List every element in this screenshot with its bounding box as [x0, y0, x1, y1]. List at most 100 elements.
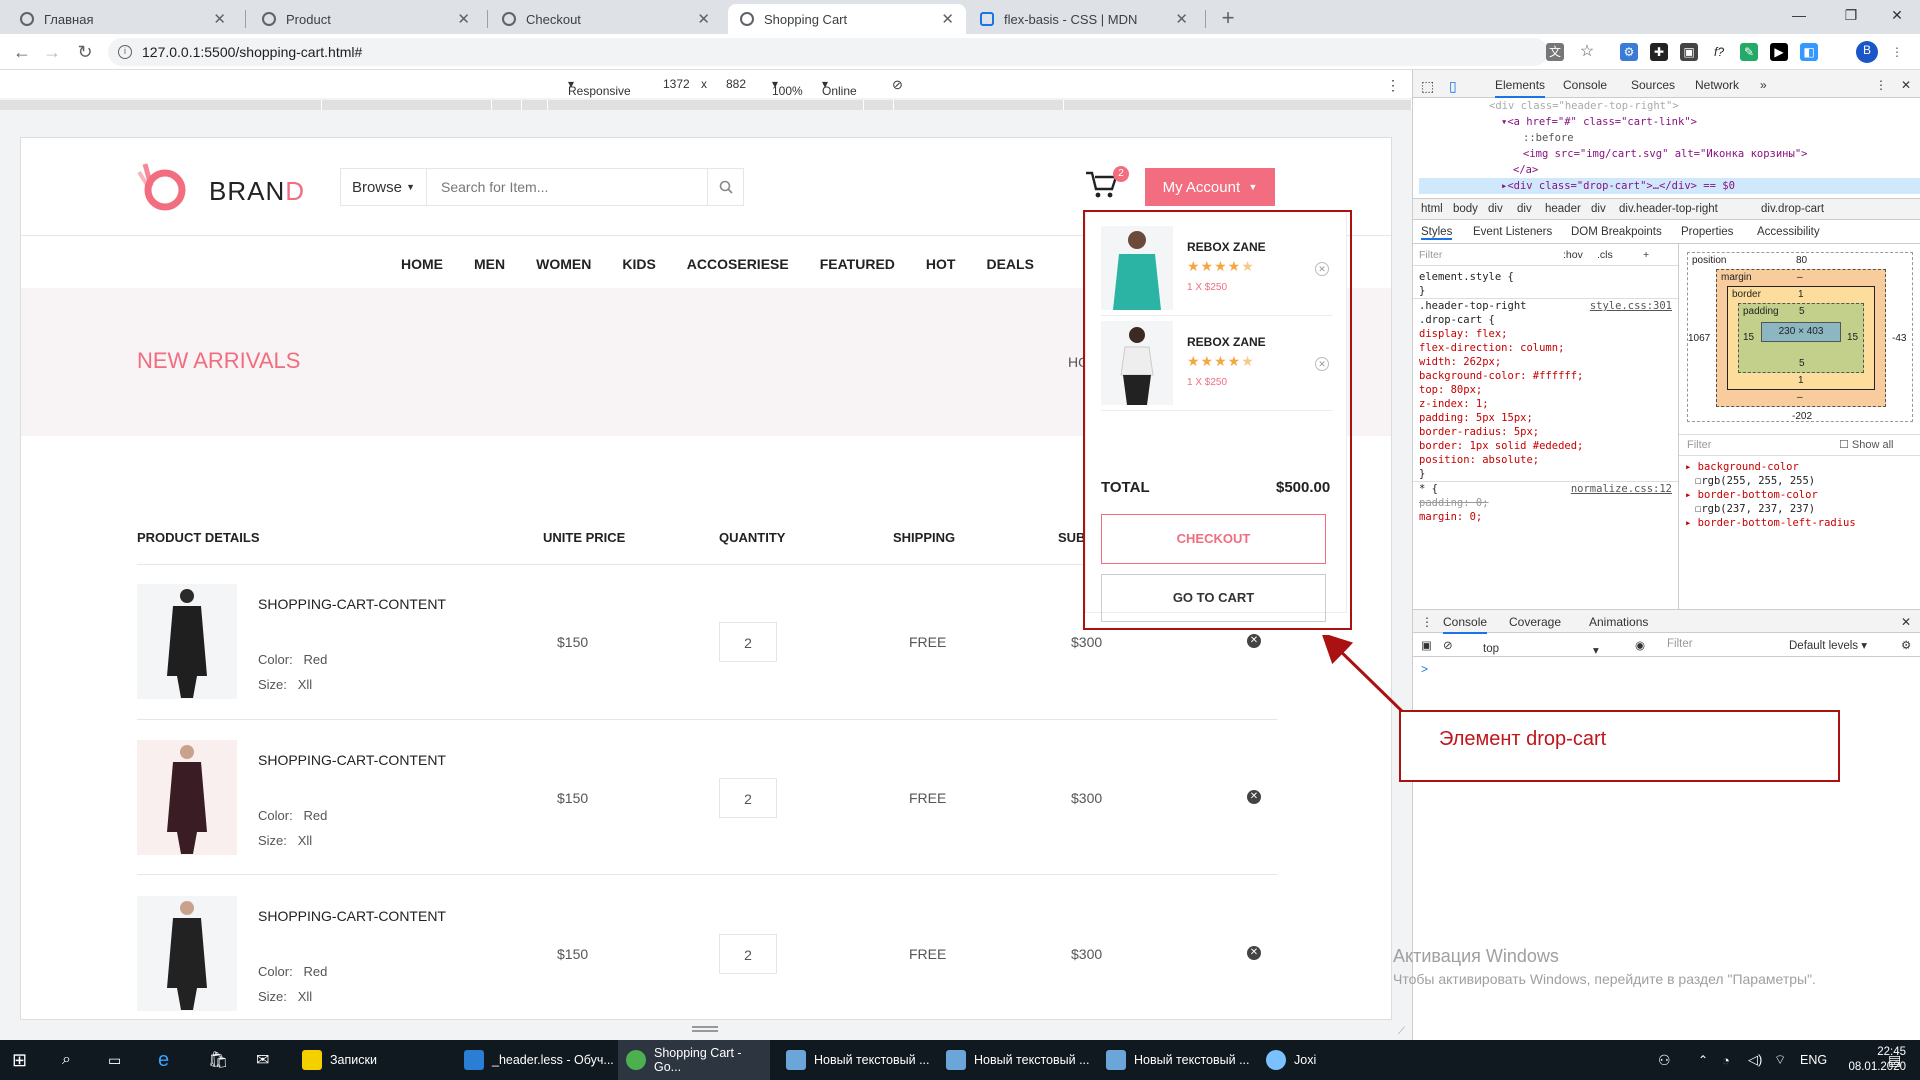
device-mode-select[interactable]: Responsive ▾: [568, 77, 631, 98]
console-prompt[interactable]: >: [1421, 662, 1428, 676]
browse-dropdown[interactable]: Browse ▼: [341, 169, 427, 205]
device-width[interactable]: 1372: [663, 77, 690, 91]
edge-icon[interactable]: e: [158, 1040, 169, 1080]
crumb-item[interactable]: div: [1517, 203, 1532, 215]
brand-logo-icon[interactable]: [137, 162, 187, 212]
search-input[interactable]: [427, 169, 707, 205]
remove-item-icon[interactable]: ✕: [1247, 946, 1261, 960]
dom-line[interactable]: </a>: [1419, 162, 1920, 178]
close-tab-icon[interactable]: ✕: [697, 10, 710, 28]
style-line[interactable]: element.style {: [1419, 270, 1678, 284]
translate-icon[interactable]: 文: [1546, 43, 1564, 61]
store-icon[interactable]: 🛍: [208, 1040, 228, 1080]
inspect-icon[interactable]: ⬚: [1421, 78, 1434, 95]
taskbar-app[interactable]: Записки: [302, 1040, 377, 1080]
close-tab-icon[interactable]: ✕: [1175, 10, 1188, 28]
drawer-tab-animations[interactable]: Animations: [1589, 615, 1648, 629]
forward-icon[interactable]: →: [40, 40, 64, 64]
hov-toggle[interactable]: :hov: [1563, 248, 1583, 262]
notification-icon[interactable]: ▤: [1888, 1040, 1901, 1080]
close-devtools-icon[interactable]: ✕: [1901, 78, 1911, 92]
style-line[interactable]: background-color: #ffffff;: [1419, 369, 1678, 383]
search-icon[interactable]: ⌕: [62, 1040, 71, 1080]
tab-mdn[interactable]: flex-basis - CSS | MDN ✕: [968, 4, 1200, 34]
taskbar-app[interactable]: _header.less - Обуч...: [464, 1040, 614, 1080]
show-all-checkbox[interactable]: ☐ Show all: [1839, 438, 1894, 451]
device-height[interactable]: 882: [726, 77, 746, 91]
nav-men[interactable]: MEN: [474, 256, 505, 272]
maximize-button[interactable]: ❐: [1828, 0, 1874, 30]
product-name[interactable]: SHOPPING-CART-CONTENT: [258, 752, 446, 768]
style-source-link[interactable]: style.css:301: [1590, 299, 1672, 313]
dom-line-selected[interactable]: ▸<div class="drop-cart">…</div> == $0: [1419, 178, 1920, 194]
product-name[interactable]: SHOPPING-CART-CONTENT: [258, 908, 446, 924]
extension-icon[interactable]: ▶: [1770, 43, 1788, 61]
drawer-tab-coverage[interactable]: Coverage: [1509, 615, 1561, 629]
close-window-button[interactable]: ✕: [1874, 0, 1920, 30]
style-line[interactable]: z-index: 1;: [1419, 397, 1678, 411]
subtab-accessibility[interactable]: Accessibility: [1757, 226, 1820, 238]
taskbar-app[interactable]: Новый текстовый ...: [1106, 1040, 1250, 1080]
more-tabs-icon[interactable]: »: [1760, 78, 1767, 92]
volume-icon[interactable]: ◁): [1748, 1040, 1762, 1080]
nav-deals[interactable]: DEALS: [986, 256, 1033, 272]
nav-hot[interactable]: HOT: [926, 256, 956, 272]
remove-item-icon[interactable]: ✕: [1247, 634, 1261, 648]
zoom-select[interactable]: 100% ▾: [772, 77, 803, 98]
computed-prop[interactable]: ▸ background-color: [1685, 460, 1856, 474]
tab-elements[interactable]: Elements: [1495, 78, 1546, 98]
info-icon[interactable]: i: [118, 45, 132, 59]
crumb-item[interactable]: header: [1545, 203, 1581, 215]
style-line[interactable]: .header-top-right style.css:301: [1413, 298, 1678, 313]
language-indicator[interactable]: ENG: [1800, 1040, 1827, 1080]
cls-toggle[interactable]: .cls: [1597, 248, 1613, 262]
profile-avatar[interactable]: B: [1856, 41, 1878, 63]
style-line[interactable]: margin: 0;: [1419, 510, 1678, 524]
log-levels-select[interactable]: Default levels ▾: [1789, 638, 1867, 652]
computed-filter[interactable]: Filter ☐ Show all: [1679, 434, 1920, 456]
crumb-item[interactable]: html: [1421, 203, 1443, 215]
crumb-item[interactable]: div: [1591, 203, 1606, 215]
clear-console-icon[interactable]: ⊘: [1443, 638, 1453, 652]
taskbar-app[interactable]: Joxi: [1266, 1040, 1316, 1080]
console-filter-input[interactable]: Filter: [1667, 638, 1693, 650]
dom-line[interactable]: ::before: [1419, 130, 1920, 146]
extension-icon[interactable]: ▣: [1680, 43, 1698, 61]
tray-up-icon[interactable]: ⌃: [1698, 1040, 1708, 1080]
subtab-dom-breakpoints[interactable]: DOM Breakpoints: [1571, 226, 1662, 238]
extension-icon[interactable]: ◧: [1800, 43, 1818, 61]
taskbar-app[interactable]: Новый текстовый ...: [786, 1040, 930, 1080]
extension-icon[interactable]: f?: [1710, 43, 1728, 61]
extension-icon[interactable]: ✚: [1650, 43, 1668, 61]
bookmark-star-icon[interactable]: ☆: [1578, 43, 1596, 61]
console-settings-icon[interactable]: ⚙: [1901, 638, 1911, 652]
style-line[interactable]: display: flex;: [1419, 327, 1678, 341]
nav-accessories[interactable]: ACCOSERIESE: [687, 256, 789, 272]
style-line[interactable]: flex-direction: column;: [1419, 341, 1678, 355]
subtab-event-listeners[interactable]: Event Listeners: [1473, 226, 1552, 238]
task-view-icon[interactable]: ▭: [108, 1040, 121, 1080]
people-icon[interactable]: ⚇: [1658, 1040, 1671, 1080]
reload-icon[interactable]: ↻: [73, 40, 97, 64]
taskbar-app-active[interactable]: Shopping Cart - Go...: [618, 1040, 770, 1080]
new-tab-button[interactable]: +: [1214, 4, 1242, 32]
eye-icon[interactable]: ◉: [1635, 638, 1645, 652]
style-line[interactable]: position: absolute;: [1419, 453, 1678, 467]
style-line[interactable]: width: 262px;: [1419, 355, 1678, 369]
remove-item-icon[interactable]: ✕: [1247, 790, 1261, 804]
sidebar-toggle-icon[interactable]: ▣: [1421, 638, 1432, 652]
crumb-item[interactable]: div.header-top-right: [1619, 203, 1718, 215]
dom-line[interactable]: <div class="header-top-right">: [1419, 98, 1920, 114]
computed-prop[interactable]: ▸ border-bottom-color: [1685, 488, 1856, 502]
quantity-input[interactable]: 2: [719, 622, 777, 662]
drawer-tab-console[interactable]: Console: [1443, 615, 1488, 634]
styles-filter[interactable]: Filter :hov .cls +: [1413, 244, 1678, 266]
product-image[interactable]: [137, 896, 237, 1011]
quantity-input[interactable]: 2: [719, 778, 777, 818]
product-image[interactable]: [137, 740, 237, 855]
dom-line[interactable]: <img src="img/cart.svg" alt="Иконка корз…: [1419, 146, 1920, 162]
style-line[interactable]: padding: 0;: [1419, 496, 1678, 510]
close-drawer-icon[interactable]: ✕: [1901, 615, 1911, 629]
wifi-icon[interactable]: ⌔: [1774, 1040, 1786, 1080]
device-toggle-icon[interactable]: ▯: [1449, 78, 1457, 95]
